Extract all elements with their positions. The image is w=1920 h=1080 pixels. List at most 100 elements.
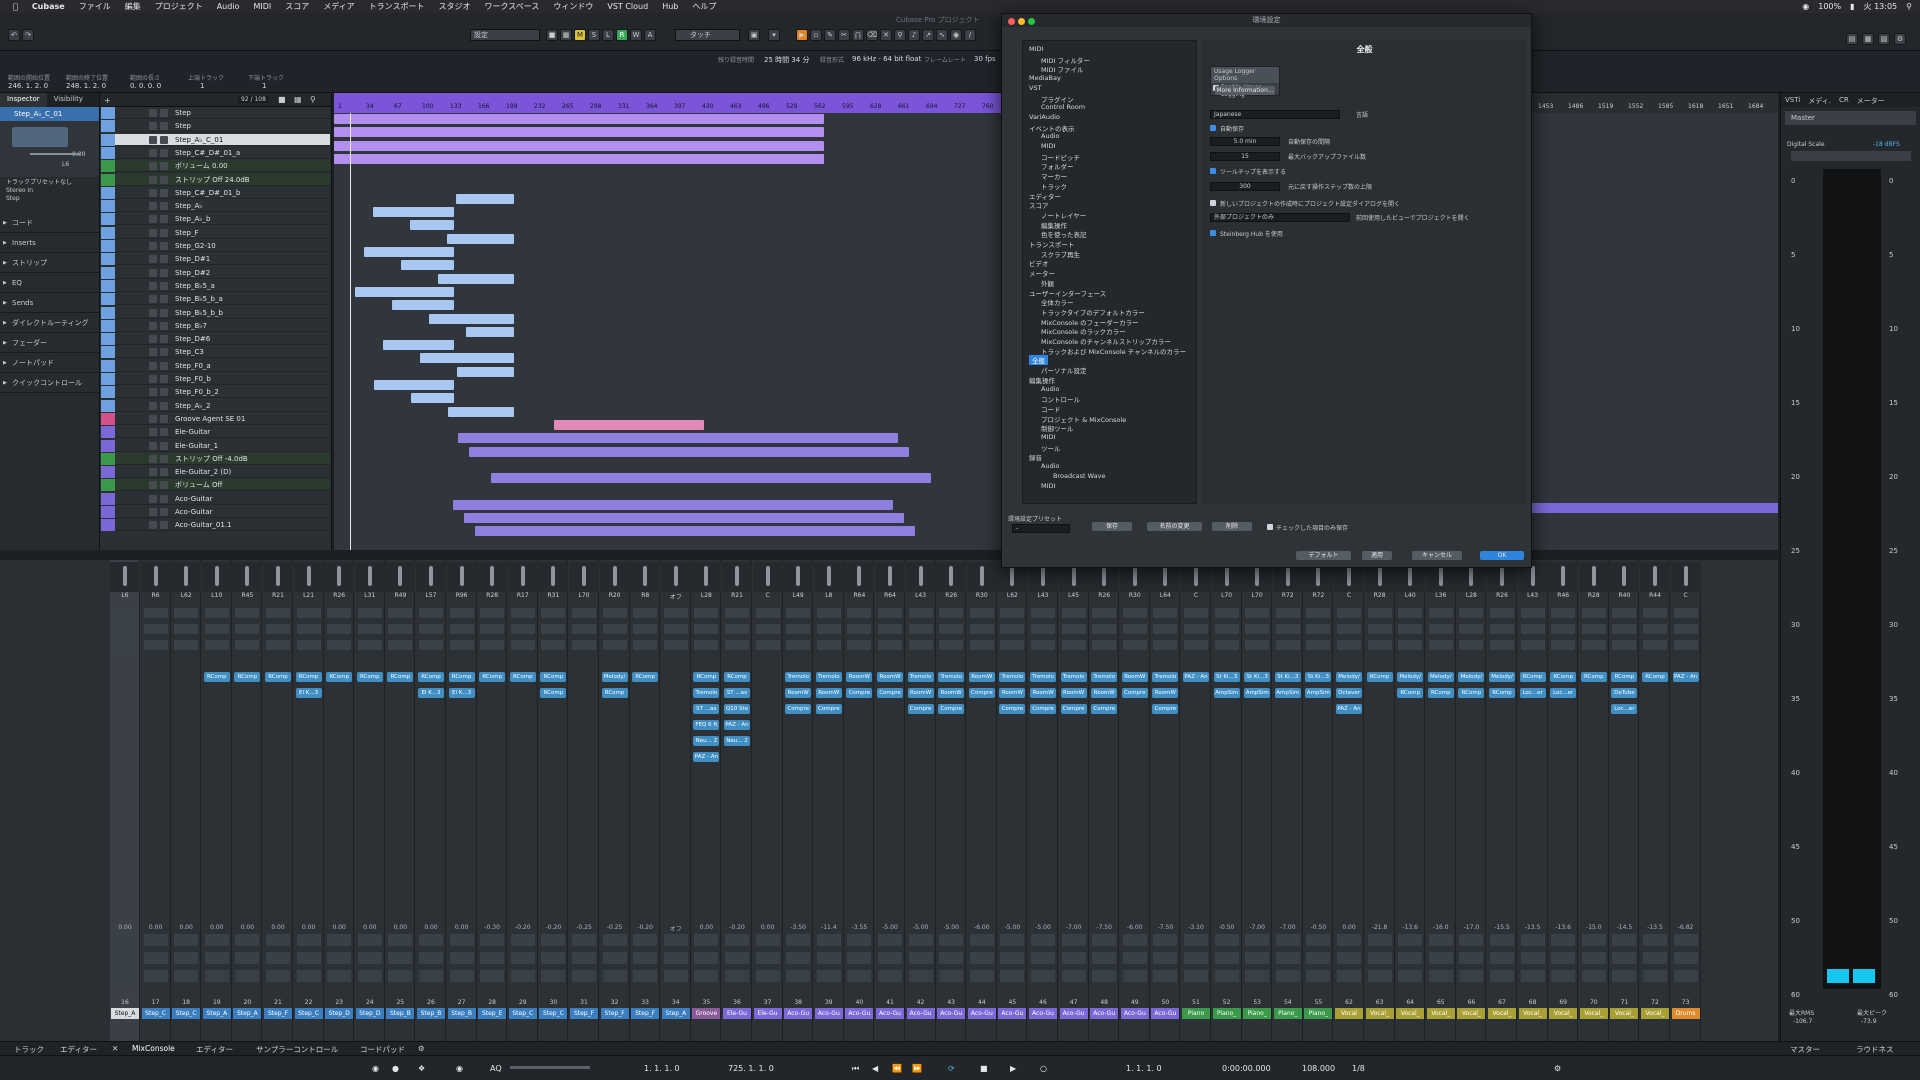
channel-fader-overview[interactable] [722, 562, 752, 592]
mute-button[interactable] [149, 361, 157, 370]
more-information-button[interactable]: More Information... [1215, 86, 1275, 95]
channel-control[interactable] [480, 624, 505, 634]
event-part[interactable] [448, 406, 514, 417]
settings-icon[interactable]: ⚙ [1554, 1064, 1561, 1073]
menu-help[interactable]: ヘルプ [685, 1, 723, 12]
channel-control[interactable] [388, 624, 413, 634]
section-notepad[interactable]: ノートパッド [0, 353, 99, 373]
channel-name[interactable]: Ele-Gu [723, 1008, 751, 1019]
channel-pan[interactable]: L70 [1242, 592, 1272, 599]
color-tool-icon[interactable]: ◉ [950, 29, 962, 41]
insert-slot[interactable]: PAZ - An [1183, 672, 1209, 682]
insert-slot[interactable]: Melody/ [601, 672, 628, 682]
channel-volume-db[interactable]: -7.00 [1273, 924, 1303, 931]
channel-name[interactable]: Step_B [447, 1008, 476, 1019]
channel-name[interactable]: Vocal_ [1488, 1008, 1516, 1019]
pref-tree-item[interactable]: トラック [1041, 181, 1067, 191]
channel-volume-db[interactable]: 0.00 [141, 924, 171, 931]
channel-button[interactable] [1245, 934, 1270, 946]
solo-button[interactable] [160, 268, 168, 277]
channel-name[interactable]: Step_A [661, 1008, 690, 1019]
marker-icon[interactable]: ❖ [418, 1064, 425, 1073]
mute-button[interactable] [149, 401, 157, 410]
insert-slot[interactable]: Loc...er [1519, 688, 1546, 698]
event-part[interactable] [334, 140, 824, 151]
channel-control[interactable] [1490, 608, 1514, 618]
channel-button[interactable] [633, 934, 658, 946]
insert-slot[interactable]: Tremolo [1060, 672, 1087, 682]
channel-name[interactable]: Vocal_ [1457, 1008, 1486, 1019]
solo-button[interactable] [160, 361, 168, 370]
channel-name[interactable]: Aco-Gu [998, 1008, 1027, 1019]
channel-button[interactable] [1000, 952, 1025, 964]
channel-control[interactable] [143, 608, 168, 618]
channel-control[interactable] [633, 608, 658, 618]
fader-cap[interactable] [1071, 566, 1076, 586]
channel-control[interactable] [480, 640, 505, 650]
gear-icon[interactable]: ⚙ [418, 1044, 425, 1053]
insert-slot[interactable]: RComp [326, 672, 353, 682]
search-icon[interactable]: ⚲ [1906, 2, 1912, 11]
fader-cap[interactable] [490, 566, 495, 586]
channel-button[interactable] [1245, 970, 1270, 982]
channel-control[interactable] [663, 624, 688, 634]
channel-control[interactable] [908, 608, 933, 618]
insert-slot[interactable]: Compre [938, 704, 965, 714]
channel-fader-overview[interactable] [538, 562, 569, 592]
channel-fader-overview[interactable] [446, 562, 477, 592]
channel-control[interactable] [786, 624, 811, 634]
channel-volume-db[interactable]: 0.00 [1334, 924, 1364, 931]
insert-slot[interactable]: RoomW [1121, 672, 1148, 682]
channel-button[interactable] [449, 952, 474, 964]
fader-cap[interactable] [1010, 566, 1015, 586]
channel-button[interactable] [1061, 934, 1086, 946]
channel-control[interactable] [266, 624, 290, 634]
channel-name[interactable]: Vocal_ [1549, 1008, 1578, 1019]
chevron-down-icon[interactable]: ▾ [768, 29, 780, 41]
menu-app[interactable]: Cubase [25, 2, 72, 11]
insert-slot[interactable]: Compre [907, 704, 934, 714]
channel-fader-overview[interactable] [1670, 562, 1701, 592]
channel-volume-db[interactable]: 0.00 [447, 924, 477, 931]
channel-button[interactable] [786, 970, 811, 982]
wifi-icon[interactable]: ◉ [1802, 2, 1809, 11]
solo-button[interactable] [160, 242, 168, 250]
insert-slot[interactable]: RComp [1427, 688, 1454, 698]
pref-tree-item[interactable]: Control Room [1041, 103, 1085, 111]
channel-button[interactable] [1184, 952, 1208, 964]
solo-button[interactable] [160, 148, 168, 157]
tab-visibility[interactable]: Visibility [47, 93, 90, 107]
insert-slot[interactable]: AmpSim [1244, 688, 1271, 698]
channel-control[interactable] [1367, 608, 1392, 618]
mute-button[interactable] [149, 268, 157, 277]
event-display[interactable] [334, 113, 1001, 550]
event-part[interactable] [466, 326, 514, 337]
channel-control[interactable] [143, 624, 168, 634]
track-row[interactable]: Step_F0_b [101, 373, 330, 385]
redo-icon[interactable]: ↷ [22, 29, 34, 41]
channel-pan[interactable]: R45 [232, 592, 262, 599]
track-row[interactable]: ボリューム Off [101, 479, 330, 492]
pref-tree-item[interactable]: 制御ツール [1041, 423, 1074, 433]
mute-button[interactable] [149, 255, 157, 264]
read-button[interactable]: R [616, 29, 628, 41]
channel-button[interactable] [1581, 934, 1606, 946]
channel-control[interactable] [1306, 624, 1331, 634]
pref-tree-item[interactable]: MIDI [1041, 482, 1055, 490]
solo-button[interactable] [160, 441, 168, 450]
track-row[interactable]: Step_B♭5_a [101, 279, 330, 292]
channel-control[interactable] [572, 624, 596, 634]
insert-slot[interactable]: Tremolo [693, 688, 720, 698]
channel-control[interactable] [1551, 640, 1576, 650]
channel-control[interactable] [1367, 640, 1392, 650]
channel-pan[interactable]: L45 [1059, 592, 1089, 599]
channel-control[interactable] [1031, 640, 1055, 650]
channel-button[interactable] [1612, 970, 1637, 982]
channel-pan[interactable]: R64 [875, 592, 905, 599]
channel-name[interactable]: Step_C [508, 1008, 537, 1019]
channel-button[interactable] [1367, 952, 1392, 964]
channel-button[interactable] [694, 952, 719, 964]
channel-name[interactable]: Vocal_ [1518, 1008, 1547, 1019]
layout-icon-2[interactable]: ▦ [1862, 33, 1874, 45]
channel-control[interactable] [1306, 640, 1331, 650]
